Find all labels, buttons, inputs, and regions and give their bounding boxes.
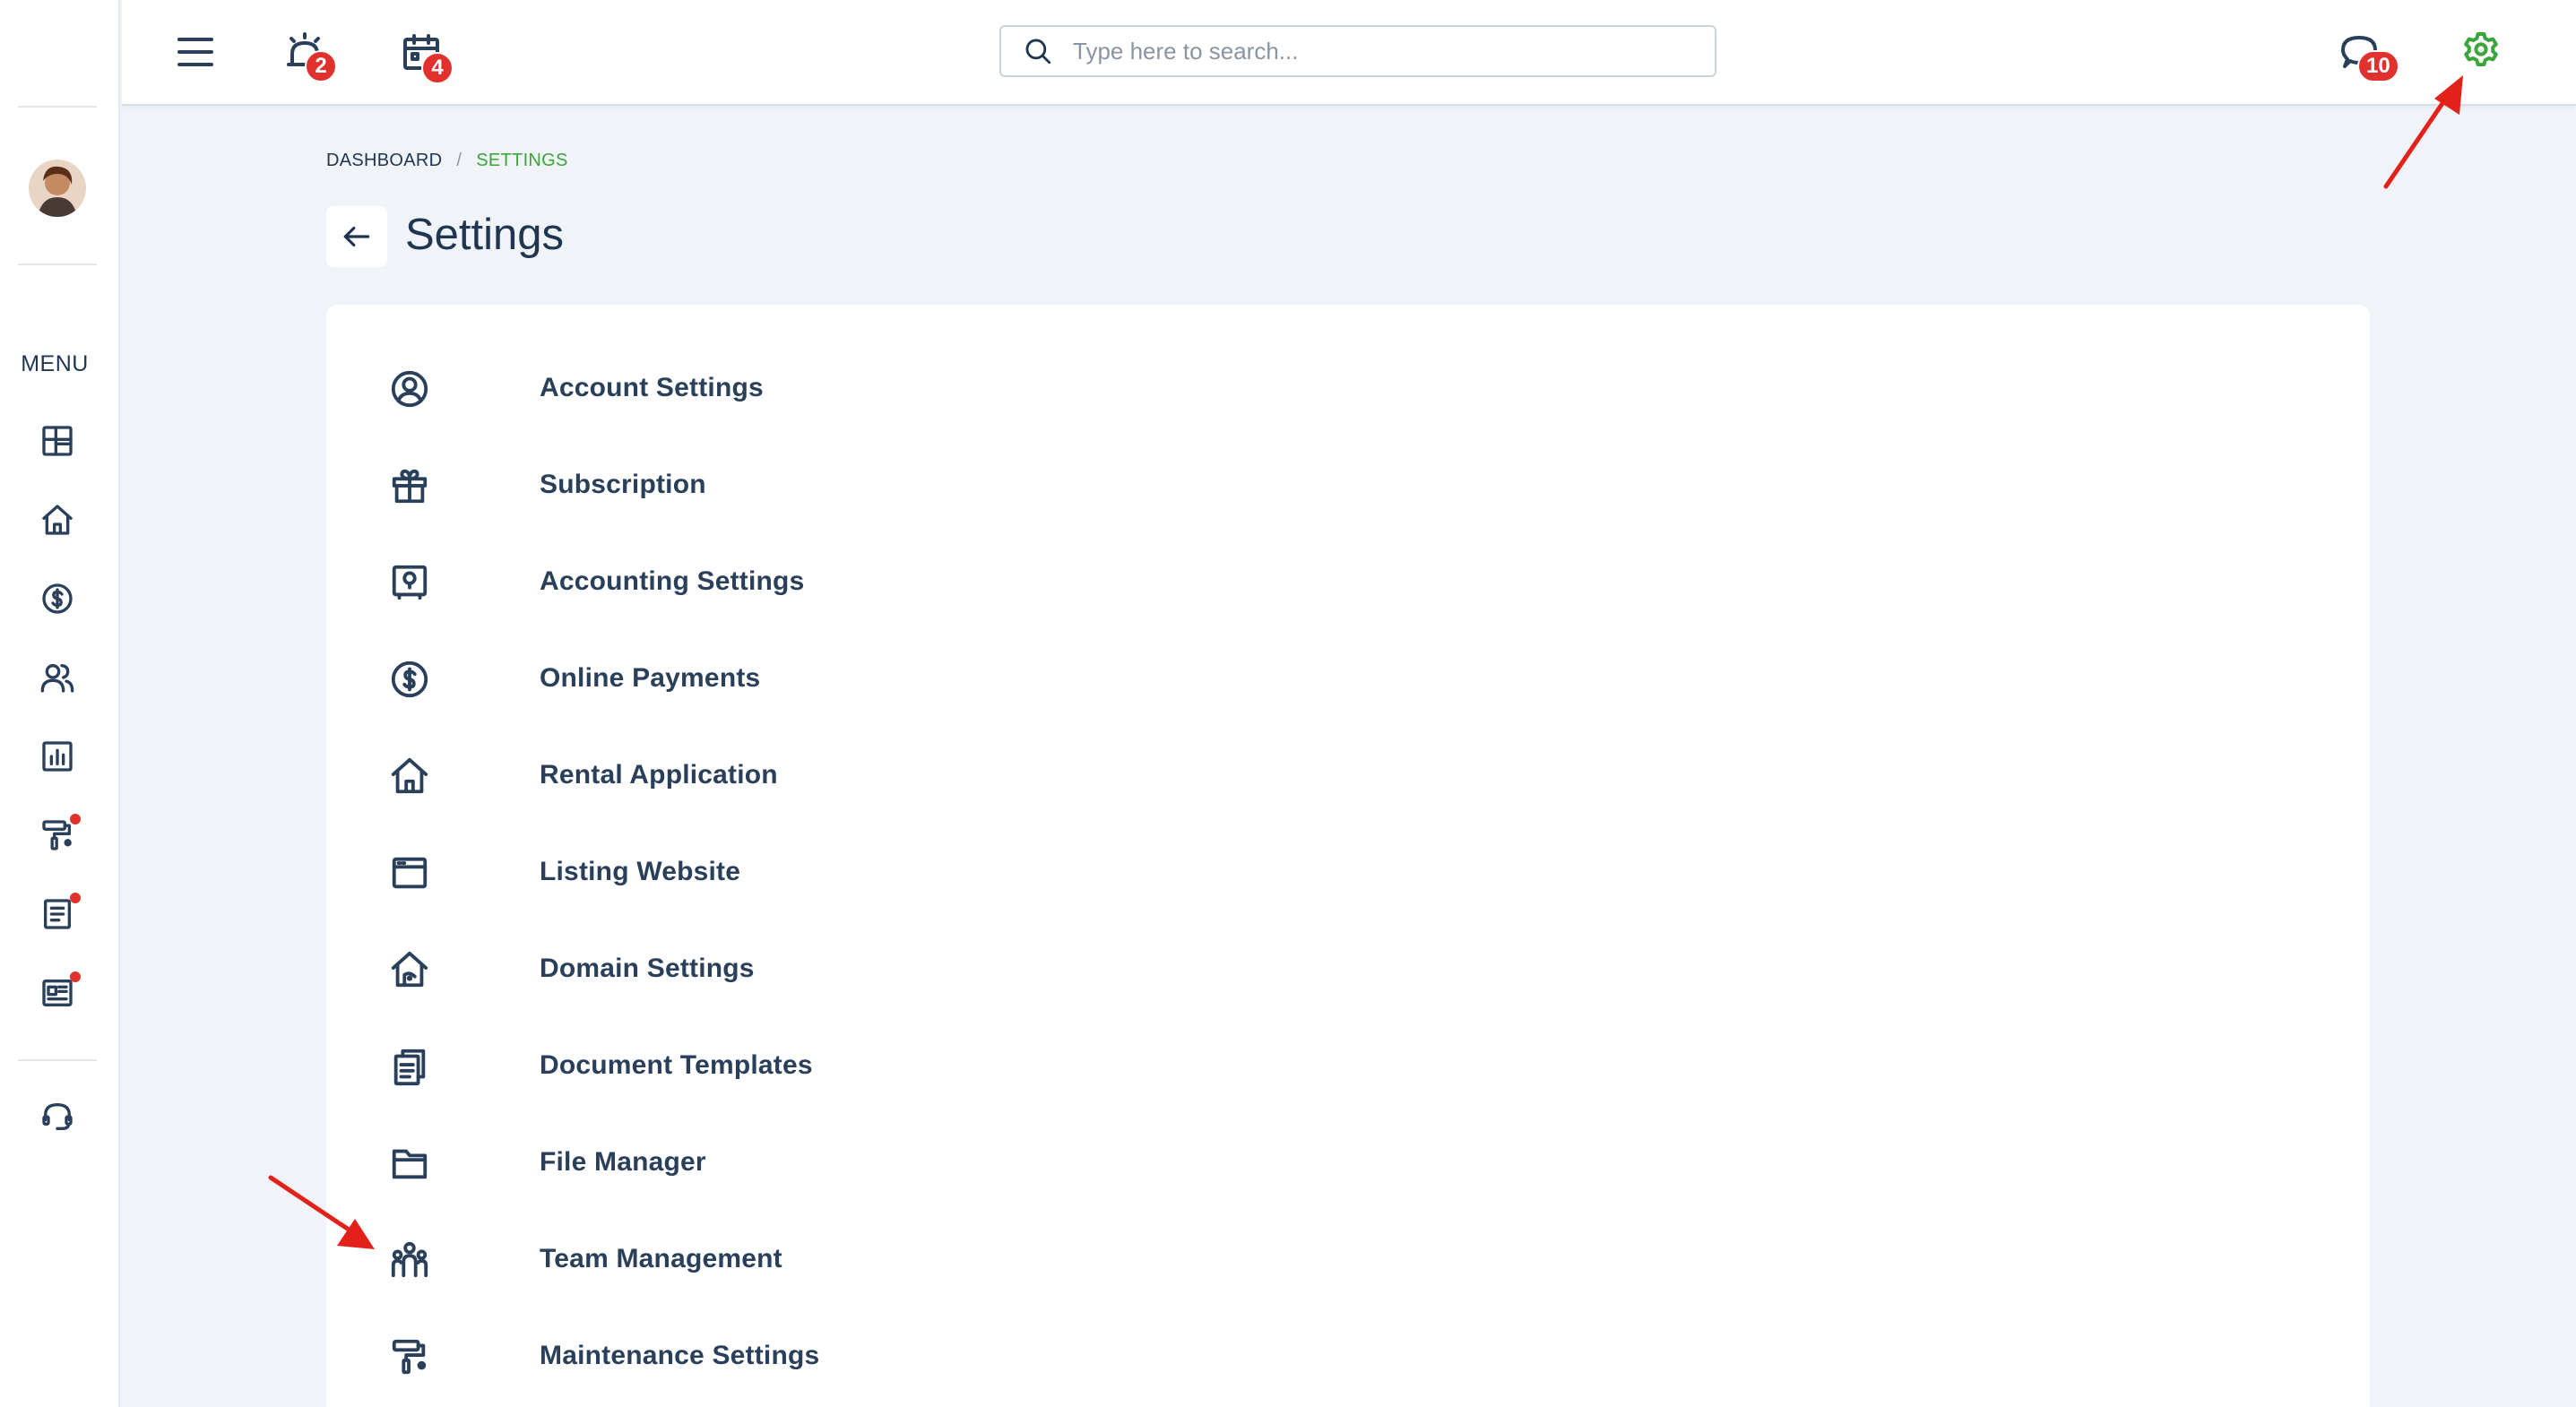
home-domain-icon (391, 951, 428, 988)
settings-item-label: Account Settings (540, 373, 764, 402)
annotation-arrow-gear (2383, 75, 2463, 189)
sidebar-item-listings[interactable] (34, 970, 81, 1016)
annotation-arrow-team (268, 1175, 375, 1249)
newspaper-icon (42, 980, 73, 1006)
settings-item-listing-website[interactable]: Listing Website (389, 846, 740, 900)
breadcrumb-current: SETTINGS (476, 151, 568, 170)
settings-item-label: Team Management (540, 1244, 782, 1273)
page-title: Settings (405, 211, 565, 259)
folder-icon (392, 1149, 428, 1179)
back-button[interactable] (326, 206, 387, 267)
settings-item-label: Listing Website (540, 857, 741, 886)
sidebar-divider (18, 106, 97, 108)
documents-icon (393, 1049, 426, 1086)
settings-item-team-management[interactable]: Team Management (389, 1233, 782, 1287)
sidebar: MENU (0, 0, 120, 1407)
home-icon (42, 505, 73, 535)
arrow-left-icon (343, 226, 370, 247)
team-icon (391, 1241, 428, 1278)
bar-chart-icon (42, 741, 73, 772)
settings-item-label: Maintenance Settings (540, 1341, 820, 1370)
sidebar-item-dashboard[interactable] (34, 418, 81, 464)
settings-item-label: Document Templates (540, 1050, 813, 1080)
dollar-circle-icon (391, 660, 428, 698)
settings-item-online-payments[interactable]: Online Payments (389, 652, 760, 706)
sidebar-item-people[interactable] (34, 654, 81, 701)
settings-item-label: Domain Settings (540, 954, 755, 983)
hamburger-icon (177, 38, 213, 66)
settings-item-subscription[interactable]: Subscription (389, 459, 706, 513)
notification-dot (70, 971, 81, 982)
notification-dot (70, 814, 81, 824)
avatar[interactable] (29, 160, 86, 217)
breadcrumb: DASHBOARD / SETTINGS (326, 151, 568, 171)
search-input[interactable] (1073, 37, 1700, 65)
alerts-badge: 2 (305, 50, 337, 82)
paint-roller-icon (42, 820, 72, 850)
sidebar-item-documents[interactable] (34, 891, 81, 937)
headset-icon (42, 1103, 73, 1130)
document-icon (44, 899, 71, 929)
gift-icon (392, 469, 428, 504)
settings-item-document-templates[interactable]: Document Templates (389, 1040, 813, 1093)
sidebar-item-properties[interactable] (34, 496, 81, 543)
settings-item-domain-settings[interactable]: Domain Settings (389, 943, 755, 997)
settings-item-rental-application[interactable]: Rental Application (389, 749, 778, 803)
sidebar-divider (18, 1059, 97, 1061)
breadcrumb-separator: / (456, 151, 462, 170)
settings-item-label: Accounting Settings (540, 566, 805, 596)
settings-item-label: Rental Application (540, 760, 778, 790)
sidebar-item-maintenance[interactable] (34, 812, 81, 859)
browser-window-icon (392, 857, 428, 889)
settings-item-label: Subscription (540, 470, 706, 499)
alerts-button[interactable]: 2 (276, 23, 337, 82)
notification-dot (70, 893, 81, 903)
home-icon (391, 757, 428, 794)
settings-card: Account Settings Subscription Accounting… (326, 305, 2370, 1407)
breadcrumb-dashboard-link[interactable]: DASHBOARD (326, 151, 442, 171)
settings-item-file-manager[interactable]: File Manager (389, 1136, 706, 1190)
safe-icon (392, 565, 428, 600)
sidebar-item-reports[interactable] (34, 733, 81, 780)
topbar: 2 4 10 (122, 0, 2576, 106)
search-bar[interactable] (999, 25, 1716, 77)
calendar-button[interactable]: 4 (393, 23, 454, 84)
sidebar-item-payments[interactable] (34, 575, 81, 622)
search-icon (1025, 39, 1051, 65)
settings-item-label: Online Payments (540, 663, 761, 693)
user-circle-icon (391, 370, 428, 408)
settings-item-account-settings[interactable]: Account Settings (389, 362, 764, 416)
dollar-circle-icon (42, 583, 73, 614)
calendar-badge: 4 (421, 52, 454, 84)
settings-item-label: File Manager (540, 1147, 706, 1177)
users-icon (40, 664, 74, 693)
settings-item-accounting-settings[interactable]: Accounting Settings (389, 556, 804, 609)
menu-label: MENU (21, 351, 89, 376)
sidebar-divider (18, 263, 97, 265)
sidebar-item-support[interactable] (34, 1093, 81, 1140)
hamburger-menu-button[interactable] (167, 23, 224, 81)
paint-roller-icon (392, 1339, 427, 1375)
settings-item-maintenance-settings[interactable]: Maintenance Settings (389, 1330, 819, 1384)
dashboard-grid-icon (42, 426, 73, 456)
